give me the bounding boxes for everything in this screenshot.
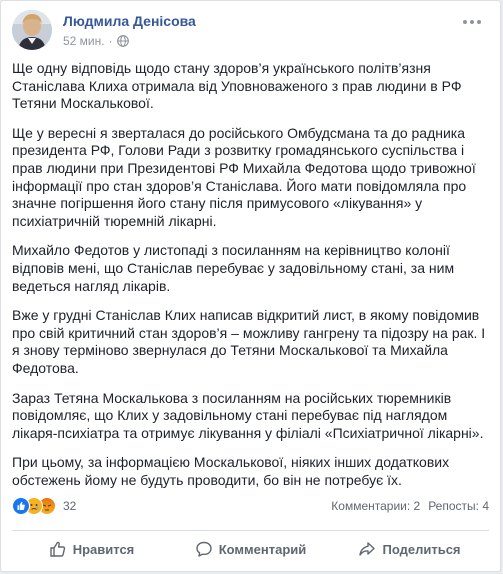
post-text: Ще одну відповідь щодо стану здоров’я ук…	[12, 60, 490, 501]
post-paragraph: Михайло Федотов у листопаді з посиланням…	[12, 242, 455, 294]
action-bar: Нравится Комментарий Поделиться	[12, 530, 489, 567]
comment-button[interactable]: Комментарий	[171, 533, 330, 565]
post-paragraph: Зараз Тетяна Москалькова з посиланням на…	[12, 389, 484, 441]
reactions-bar: 32 Комментарии: 2 Репосты: 4	[12, 496, 489, 516]
like-button-label: Нравится	[72, 541, 135, 557]
reaction-icons[interactable]	[12, 497, 56, 515]
post-header: Людмила Денісова 52 мин. ·	[12, 10, 490, 50]
post-paragraph: При цьому, за інформацією Москалькової, …	[12, 454, 450, 488]
like-icon[interactable]	[12, 497, 30, 515]
author-name[interactable]: Людмила Денісова	[63, 13, 196, 29]
post-paragraph: Ще у вересні я зверталася до російського…	[12, 124, 476, 229]
post-time[interactable]: 52 мин.	[63, 34, 105, 48]
meta-separator: ·	[108, 34, 113, 48]
reaction-count[interactable]: 32	[63, 499, 76, 513]
comment-icon	[196, 541, 212, 557]
post-card: Людмила Денісова 52 мин. · Ще одну відпо…	[0, 0, 501, 572]
post-stats: Комментарии: 2 Репосты: 4	[331, 499, 489, 513]
shares-count[interactable]: Репосты: 4	[428, 499, 489, 513]
globe-icon[interactable]	[116, 35, 129, 47]
post-meta: 52 мин. ·	[63, 34, 129, 48]
post-paragraph: Вже у грудні Станіслав Клих написав відк…	[12, 307, 486, 376]
share-button[interactable]: Поделиться	[330, 533, 489, 565]
avatar[interactable]	[12, 10, 52, 50]
thumbs-up-icon	[50, 541, 65, 557]
share-button-label: Поделиться	[382, 541, 461, 557]
post-paragraph: Ще одну відповідь щодо стану здоров’я ук…	[12, 60, 462, 112]
comments-count[interactable]: Комментарии: 2	[331, 499, 420, 513]
share-icon	[359, 542, 376, 556]
more-options-icon[interactable]	[460, 14, 484, 30]
like-button[interactable]: Нравится	[12, 533, 171, 565]
comment-button-label: Комментарий	[218, 541, 307, 557]
